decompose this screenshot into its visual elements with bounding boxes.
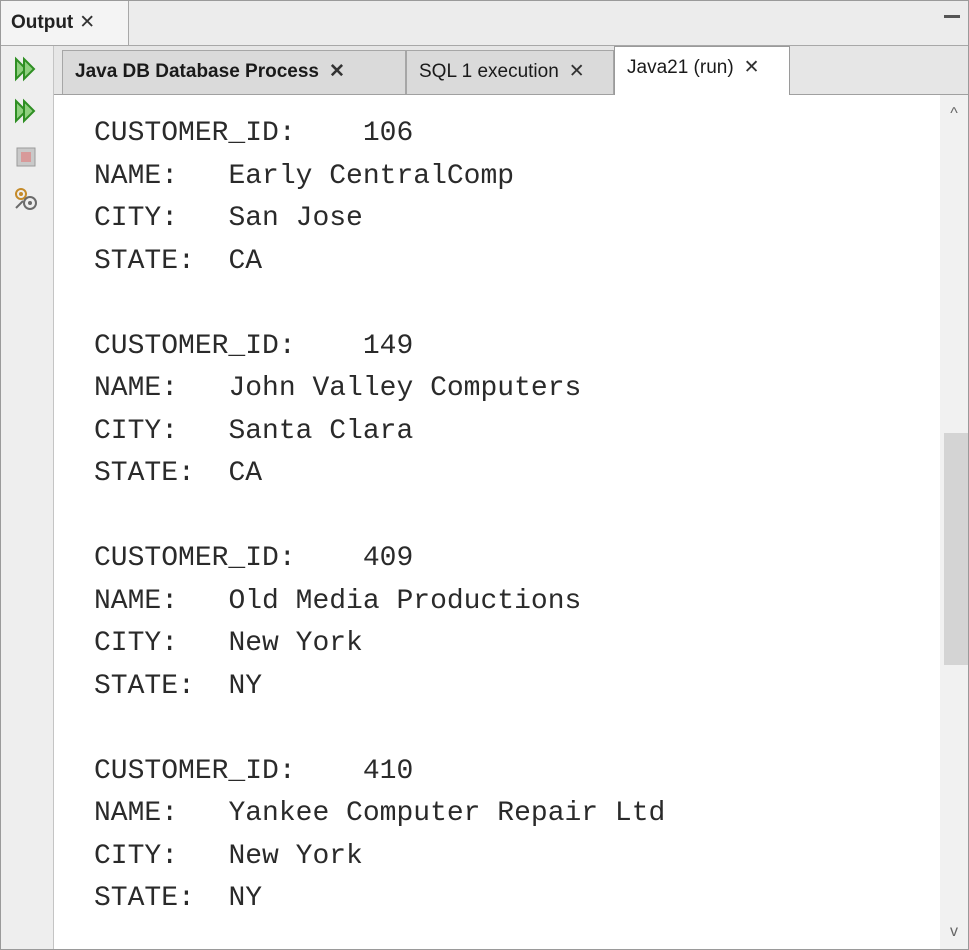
settings-icon[interactable] (13, 186, 39, 212)
stop-icon[interactable] (13, 144, 39, 170)
console-line: STATE: CA (94, 245, 263, 277)
console-line: CUSTOMER_ID: 410 (94, 755, 414, 787)
console-line: NAME: John Valley Computers (94, 373, 582, 404)
rerun-with-input-icon[interactable] (13, 98, 39, 124)
console-line: STATE: CA (94, 458, 263, 489)
process-tabbar: Java DB Database Process ✕ SQL 1 executio… (54, 46, 968, 95)
tab-sql-1-execution[interactable]: SQL 1 execution ✕ (406, 50, 614, 94)
vertical-scrollbar[interactable]: ^ v (940, 95, 968, 949)
console-line: CITY: Santa Clara (94, 415, 414, 447)
tab-output-label: Output (11, 12, 74, 33)
console-text: CUSTOMER_ID: 106 NAME: Early CentralComp… (94, 113, 665, 921)
close-icon[interactable]: ✕ (329, 61, 345, 82)
close-icon[interactable]: ✕ (79, 12, 95, 33)
console-line: STATE: NY (94, 670, 263, 702)
output-window: Output ✕ Java DB Database Process ✕ SQL 1 … (0, 0, 969, 950)
close-icon[interactable]: ✕ (744, 57, 760, 78)
tab-label: Java21 (run) (627, 57, 734, 78)
console-line: CUSTOMER_ID: 106 (94, 118, 414, 149)
console-line: STATE: NY (94, 883, 263, 914)
tab-label: SQL 1 execution (419, 61, 559, 82)
minimize-icon[interactable] (944, 15, 960, 18)
console-line: CUSTOMER_ID: 149 (94, 330, 414, 362)
console-line: CITY: New York (94, 628, 363, 659)
scroll-up-icon[interactable]: ^ (944, 105, 964, 123)
scroll-down-icon[interactable]: v (944, 923, 964, 941)
output-tabbar: Output ✕ (1, 1, 968, 46)
close-icon[interactable]: ✕ (569, 61, 585, 82)
console-line: CUSTOMER_ID: 409 (94, 543, 414, 574)
console-line: NAME: Old Media Productions (94, 585, 582, 617)
tab-java-db-database-process[interactable]: Java DB Database Process ✕ (62, 50, 406, 94)
output-toolbar (1, 46, 54, 949)
tab-output[interactable]: Output ✕ (1, 1, 129, 45)
console-line: NAME: Early CentralComp (94, 160, 515, 192)
tab-java21-run[interactable]: Java21 (run) ✕ (614, 46, 790, 95)
output-console[interactable]: CUSTOMER_ID: 106 NAME: Early CentralComp… (54, 95, 940, 949)
console-line: CITY: New York (94, 840, 363, 872)
console-line: CITY: San Jose (94, 203, 363, 234)
scrollbar-thumb[interactable] (944, 433, 968, 665)
console-line: NAME: Yankee Computer Repair Ltd (94, 798, 666, 829)
tab-label: Java DB Database Process (75, 61, 319, 82)
rerun-icon[interactable] (13, 56, 39, 82)
